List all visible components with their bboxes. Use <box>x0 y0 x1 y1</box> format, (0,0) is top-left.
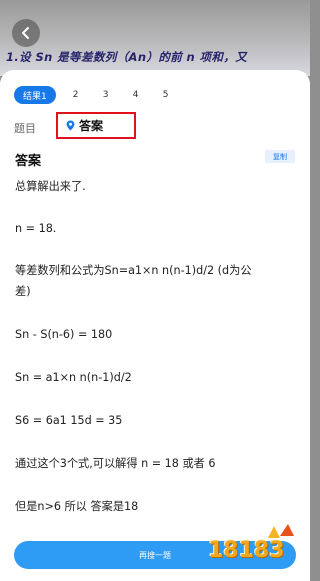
tab-result-2[interactable]: 2 <box>73 90 103 100</box>
result-sheet: 结果1 2 3 4 5 题目 答案 答案 复制 总算解出来了. n = 18. … <box>0 70 310 581</box>
answer-line: 通过这个3个式,可以解得 n = 18 或者 6 <box>15 457 216 470</box>
subtab-answer-highlight[interactable]: 答案 <box>56 112 136 139</box>
back-button[interactable] <box>12 19 40 47</box>
answer-line: 差) <box>15 285 31 298</box>
sparkle-icon <box>268 524 294 538</box>
question-photo: 1.设 Sn 是等差数列（An）的前 n 项和，又 <box>0 0 310 76</box>
answer-line: n = 18. <box>15 222 57 235</box>
answer-heading: 答案 <box>15 154 42 169</box>
answer-line: 总算解出来了. <box>15 180 86 193</box>
location-pin-icon <box>66 120 75 131</box>
answer-line: S6 = 6a1 15d = 35 <box>15 414 123 427</box>
copy-button[interactable]: 复制 <box>265 150 295 163</box>
subtab-question[interactable]: 题目 <box>14 120 36 136</box>
answer-line: Sn = a1×n n(n-1)d/2 <box>15 371 132 384</box>
answer-line: 但是n>6 所以 答案是18 <box>15 500 139 513</box>
content-subtabs: 题目 答案 <box>14 112 136 139</box>
question-photo-text: 1.设 Sn 是等差数列（An）的前 n 项和，又 <box>6 50 248 64</box>
tab-result-4[interactable]: 4 <box>133 90 163 100</box>
answer-line: Sn - S(n-6) = 180 <box>15 328 113 341</box>
watermark-text: 18183 <box>208 538 285 563</box>
answer-line: 等差数列和公式为Sn=a1×n n(n-1)d/2 (d为公 <box>15 264 252 277</box>
subtab-answer: 答案 <box>79 119 104 133</box>
tab-result-3[interactable]: 3 <box>103 90 133 100</box>
result-tabs: 结果1 2 3 4 5 <box>14 85 193 105</box>
site-watermark: 18183 <box>208 520 308 575</box>
chevron-left-icon <box>22 27 29 39</box>
tab-result-5[interactable]: 5 <box>163 90 193 100</box>
tab-result-1[interactable]: 结果1 <box>14 86 56 104</box>
